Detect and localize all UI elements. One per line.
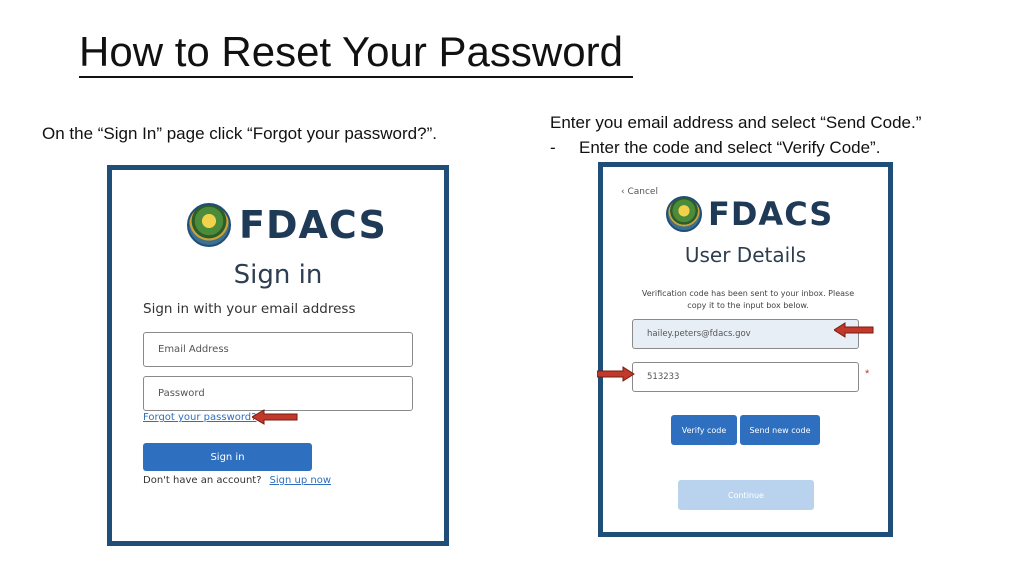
required-marker: * [865, 368, 870, 380]
no-account-text: Don't have an account? [143, 475, 262, 486]
signin-screenshot: FDACS Sign in Sign in with your email ad… [107, 165, 449, 546]
fdacs-logo: FDACS [187, 203, 387, 247]
right-caption-step: - Enter the code and select “Verify Code… [550, 135, 921, 160]
verify-card: ‹ Cancel FDACS User Details Verification… [603, 167, 888, 532]
verification-message: Verification code has been sent to your … [641, 289, 855, 310]
cancel-label: Cancel [627, 187, 658, 197]
send-new-code-button[interactable]: Send new code [740, 415, 820, 445]
email-field[interactable]: hailey.peters@fdacs.gov [632, 319, 859, 349]
right-caption-dash: - [550, 138, 556, 157]
signin-heading: Sign in [233, 260, 323, 290]
arrow-left-icon [834, 322, 874, 338]
fdacs-logo: FDACS [666, 195, 833, 233]
email-address-input[interactable]: Email Address [143, 332, 413, 367]
left-caption: On the “Sign In” page click “Forgot your… [42, 124, 437, 143]
chevron-left-icon: ‹ [621, 187, 625, 197]
password-input[interactable]: Password [143, 376, 413, 411]
verify-screenshot: ‹ Cancel FDACS User Details Verification… [598, 162, 893, 537]
verification-code-input[interactable]: 513233 [632, 362, 859, 392]
right-caption-line2: Enter the code and select “Verify Code”. [579, 138, 881, 157]
signup-row: Don't have an account? Sign up now [143, 475, 331, 486]
logo-text: FDACS [239, 203, 387, 247]
signup-link[interactable]: Sign up now [270, 475, 332, 486]
fdacs-seal-icon [666, 196, 702, 232]
logo-text: FDACS [708, 195, 834, 233]
signin-button[interactable]: Sign in [143, 443, 312, 471]
cancel-link[interactable]: ‹ Cancel [621, 187, 658, 197]
right-caption: Enter you email address and select “Send… [550, 110, 921, 160]
continue-button[interactable]: Continue [678, 480, 814, 510]
user-details-heading: User Details [684, 243, 807, 267]
slide-title: How to Reset Your Password [79, 30, 633, 78]
signin-card: FDACS Sign in Sign in with your email ad… [112, 170, 444, 541]
verify-code-button[interactable]: Verify code [671, 415, 737, 445]
forgot-password-link[interactable]: Forgot your password? [143, 412, 256, 423]
signin-subheading: Sign in with your email address [143, 301, 356, 317]
arrow-right-icon [597, 366, 635, 382]
fdacs-seal-icon [187, 203, 231, 247]
arrow-left-icon [252, 409, 298, 425]
right-caption-line1: Enter you email address and select “Send… [550, 113, 922, 132]
